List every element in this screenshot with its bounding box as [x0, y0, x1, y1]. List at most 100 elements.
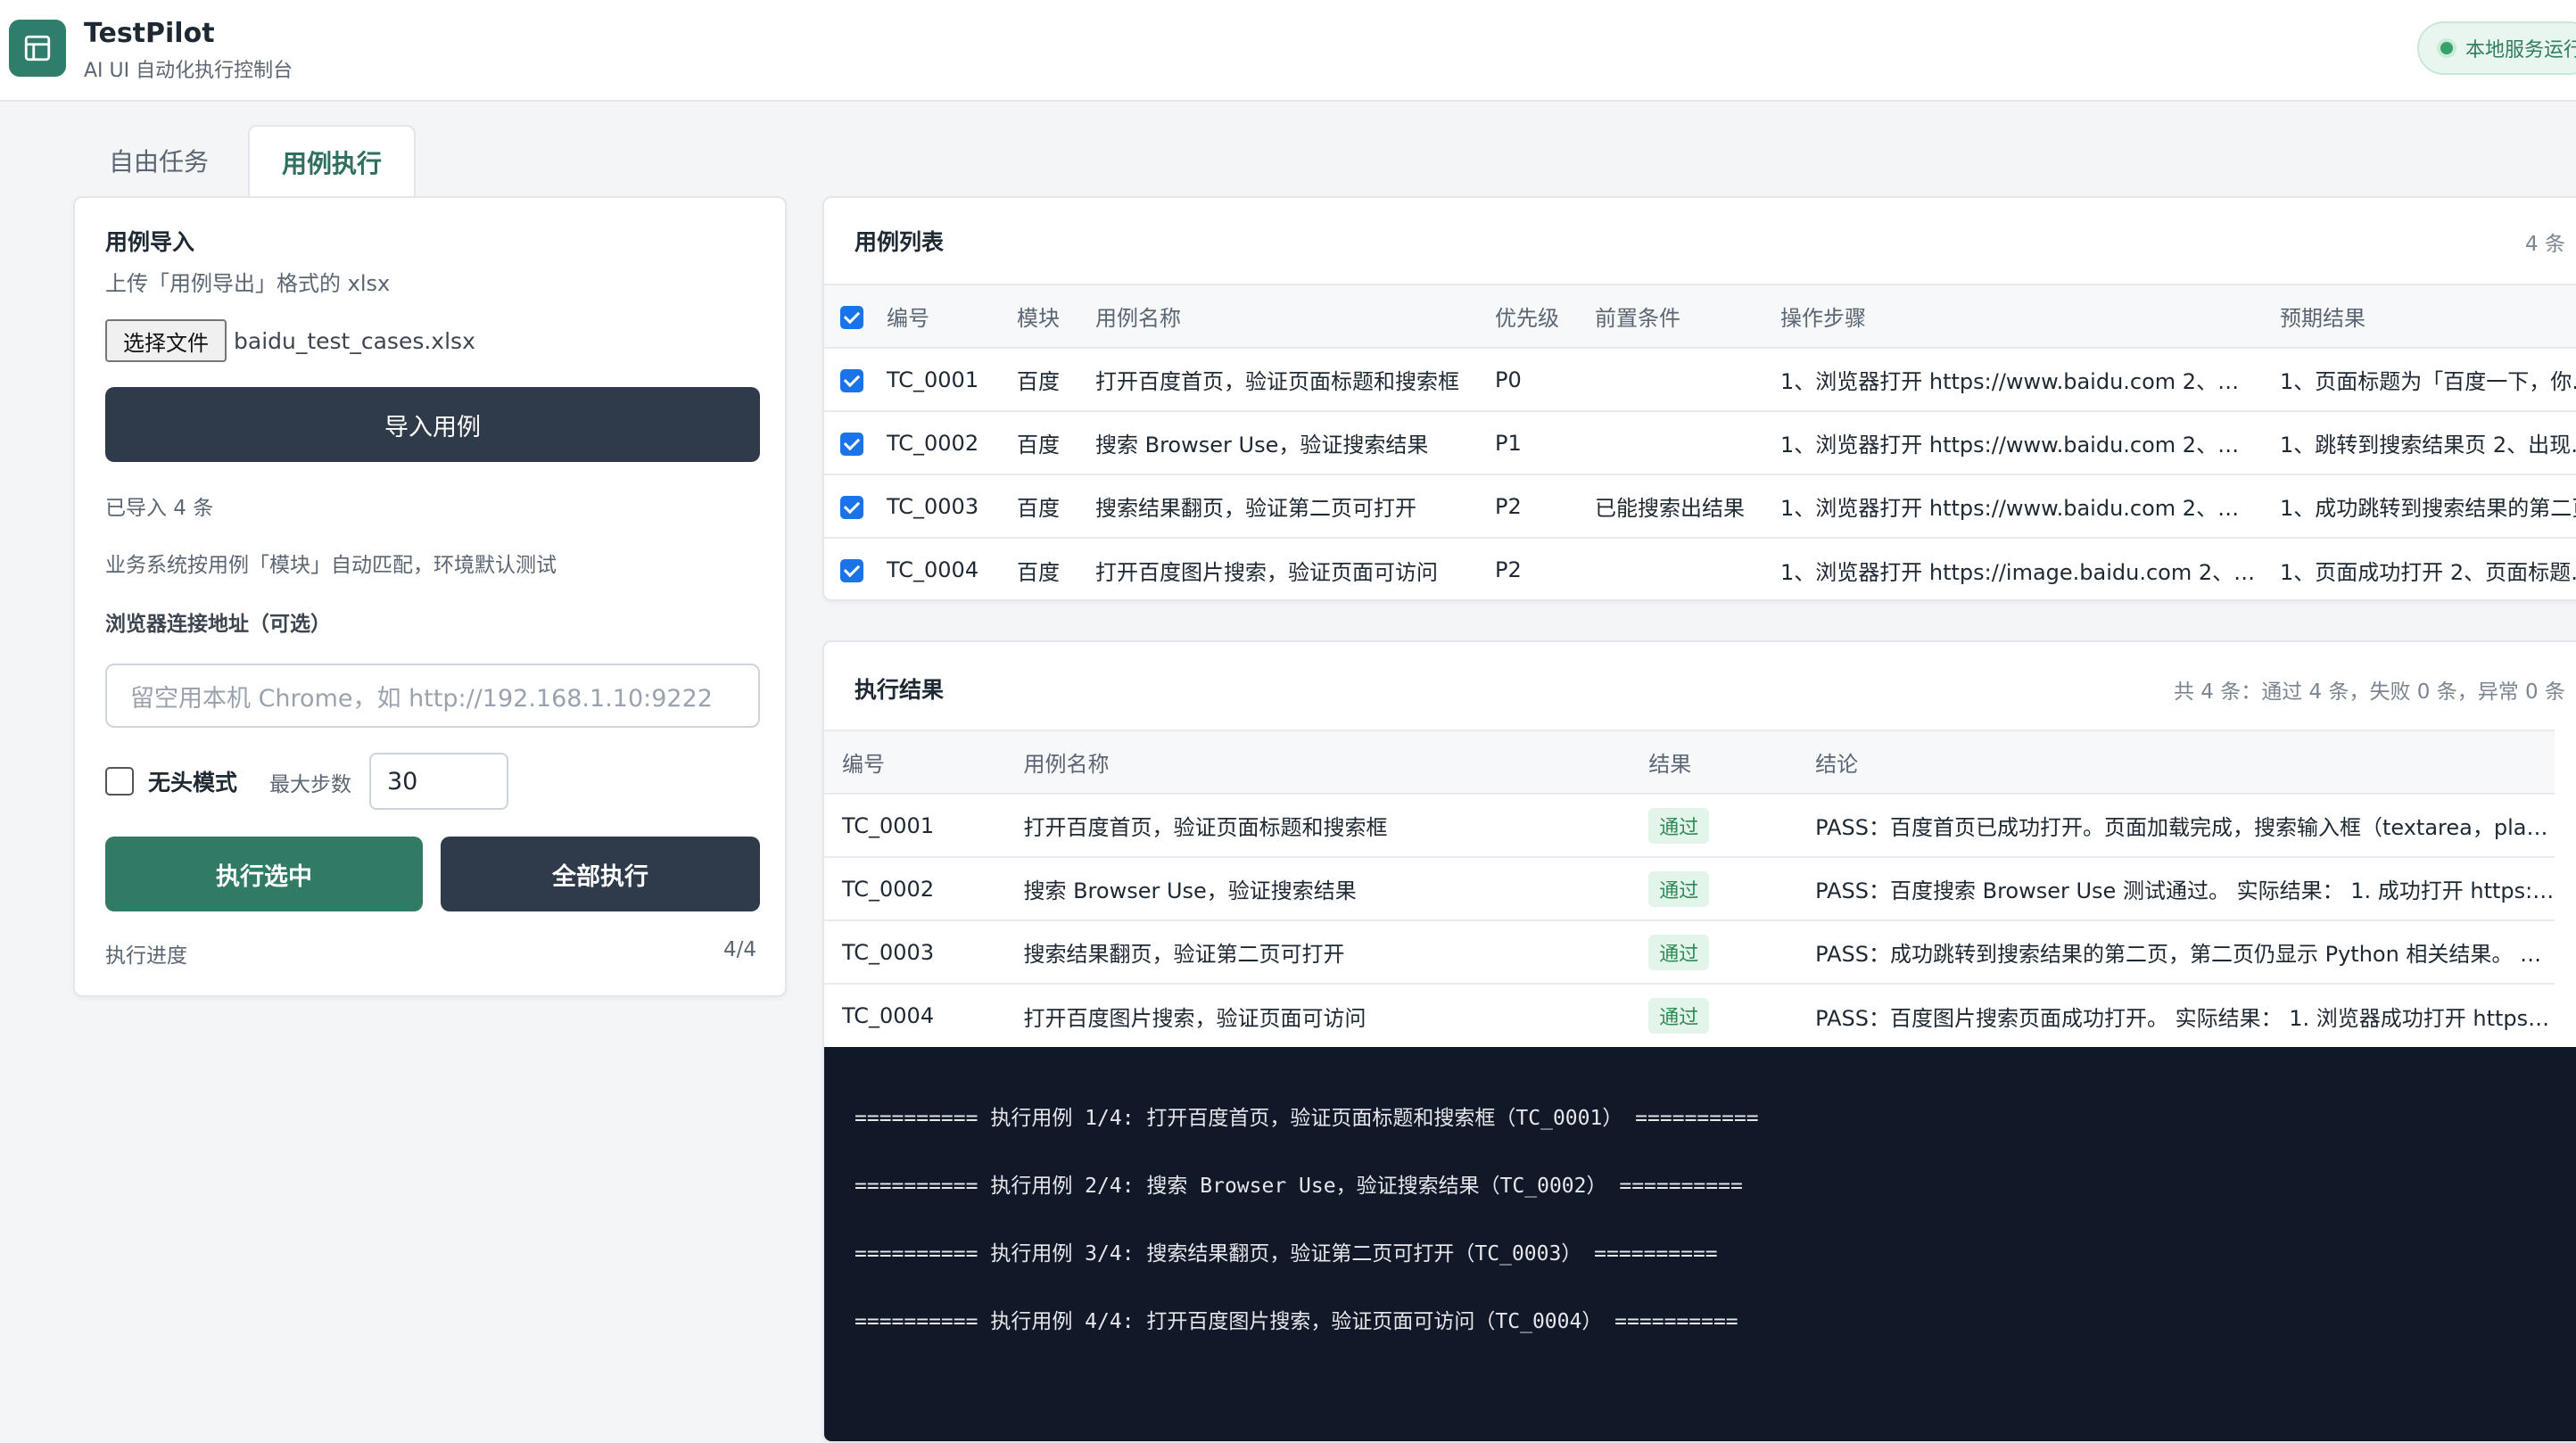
- case-steps: 1、浏览器打开 https://www.baidu.com 2、等待页面加载完成: [1780, 369, 2280, 394]
- table-row[interactable]: TC_0001 百度 打开百度首页，验证页面标题和搜索框 P0 1、浏览器打开 …: [824, 348, 2576, 411]
- results-title: 执行结果: [855, 677, 945, 703]
- case-module: 百度: [1017, 496, 1060, 521]
- import-panel-subtitle: 上传「用例导出」格式的 xlsx: [105, 271, 391, 296]
- browser-url-input[interactable]: 留空用本机 Chrome，如 http://192.168.1.10:9222: [105, 664, 760, 728]
- module-match-hint: 业务系统按用例「模块」自动匹配，环境默认测试: [105, 554, 557, 577]
- case-expected: 1、页面成功打开 2、页面标题正确: [2280, 559, 2576, 585]
- log-line: ========== 执行用例 4/4: 打开百度图片搜索，验证页面可访问（TC…: [855, 1310, 1738, 1333]
- col-header-result: 结果: [1648, 730, 1816, 794]
- case-id: TC_0004: [887, 557, 979, 582]
- case-precondition: [1595, 538, 1780, 599]
- table-row[interactable]: TC_0004 百度 打开百度图片搜索，验证页面可访问 P2 1、浏览器打开 h…: [824, 538, 2576, 599]
- log-line: ========== 执行用例 3/4: 搜索结果翻页，验证第二页可打开（TC_…: [855, 1242, 1718, 1266]
- log-line: ========== 执行用例 1/4: 打开百度首页，验证页面标题和搜索框（T…: [855, 1107, 1759, 1130]
- status-dot-icon: [2440, 42, 2453, 54]
- case-module: 百度: [1017, 559, 1060, 585]
- headless-checkbox[interactable]: [105, 767, 134, 796]
- max-steps-input[interactable]: 30: [369, 753, 508, 810]
- case-priority: P2: [1495, 493, 1522, 519]
- case-id: TC_0003: [887, 493, 979, 519]
- results-table-header: 编号 用例名称 结果 结论: [824, 730, 2555, 794]
- col-header-expected: 预期结果: [2280, 284, 2576, 348]
- case-expected: 1、跳转到搜索结果页 2、出现相关结果: [2280, 433, 2576, 458]
- pass-badge: 通过: [1648, 998, 1710, 1034]
- result-id: TC_0004: [842, 1003, 935, 1028]
- tab-free-task[interactable]: 自由任务: [93, 125, 225, 196]
- col-header-id: 编号: [824, 730, 1024, 794]
- app-header: TestPilot AI UI 自动化执行控制台 本地服务运行中: [0, 0, 2576, 102]
- result-conclusion: PASS：百度搜索 Browser Use 测试通过。 实际结果： 1. 成功打…: [1815, 878, 2555, 903]
- case-list-count: 4 条: [2525, 233, 2565, 256]
- max-steps-label: 最大步数: [269, 773, 351, 796]
- result-id: TC_0002: [842, 876, 935, 902]
- case-list-title: 用例列表: [855, 229, 945, 255]
- case-precondition: [1595, 348, 1780, 411]
- browser-url-label: 浏览器连接地址（可选）: [105, 613, 331, 636]
- table-row[interactable]: TC_0003 百度 搜索结果翻页，验证第二页可打开 P2 已能搜索出结果 1、…: [824, 474, 2576, 538]
- col-header-steps: 操作步骤: [1780, 284, 2280, 348]
- layout-icon: [24, 35, 51, 62]
- case-id: TC_0002: [887, 430, 979, 456]
- case-id: TC_0001: [887, 367, 979, 392]
- case-table: 编号 模块 用例名称 优先级 前置条件 操作步骤 预期结果 TC_0001 百度…: [824, 284, 2576, 599]
- app-subtitle: AI UI 自动化执行控制台: [84, 60, 293, 82]
- col-header-precondition: 前置条件: [1595, 284, 1780, 348]
- result-name: 搜索结果翻页，验证第二页可打开: [1023, 942, 1345, 967]
- service-status-text: 本地服务运行中: [2465, 39, 2576, 62]
- table-row[interactable]: TC_0002 百度 搜索 Browser Use，验证搜索结果 P1 1、浏览…: [824, 411, 2576, 474]
- col-header-priority: 优先级: [1495, 284, 1595, 348]
- headless-label: 无头模式: [148, 770, 238, 796]
- selected-file-name: baidu_test_cases.xlsx: [234, 328, 475, 354]
- tab-case-execution[interactable]: 用例执行: [248, 125, 416, 198]
- case-precondition: 已能搜索出结果: [1595, 496, 1745, 521]
- result-id: TC_0003: [842, 939, 935, 965]
- progress-label: 执行进度: [105, 944, 187, 968]
- app-logo: [9, 20, 66, 77]
- result-name: 搜索 Browser Use，验证搜索结果: [1023, 878, 1357, 903]
- results-table: 编号 用例名称 结果 结论 TC_0001 打开百度首页，验证页面标题和搜索框 …: [824, 730, 2555, 1047]
- case-name: 打开百度首页，验证页面标题和搜索框: [1095, 369, 1459, 394]
- row-checkbox[interactable]: [840, 559, 863, 582]
- case-module: 百度: [1017, 369, 1060, 394]
- case-import-panel: 用例导入 上传「用例导出」格式的 xlsx 选择文件 baidu_test_ca…: [73, 196, 787, 997]
- col-header-name: 用例名称: [1095, 284, 1495, 348]
- col-header-name: 用例名称: [1023, 730, 1649, 794]
- result-conclusion: PASS：百度首页已成功打开。页面加载完成，搜索输入框（textarea，pla…: [1815, 815, 2555, 840]
- table-row: TC_0003 搜索结果翻页，验证第二页可打开 通过 PASS：成功跳转到搜索结…: [824, 920, 2555, 984]
- case-priority: P0: [1495, 367, 1522, 392]
- row-checkbox[interactable]: [840, 368, 863, 392]
- choose-file-button[interactable]: 选择文件: [105, 319, 227, 362]
- case-precondition: [1595, 411, 1780, 474]
- table-row: TC_0001 打开百度首页，验证页面标题和搜索框 通过 PASS：百度首页已成…: [824, 794, 2555, 857]
- table-row: TC_0002 搜索 Browser Use，验证搜索结果 通过 PASS：百度…: [824, 857, 2555, 920]
- select-all-checkbox[interactable]: [840, 305, 863, 329]
- pass-badge: 通过: [1648, 870, 1710, 907]
- app-title: TestPilot: [84, 18, 215, 49]
- row-checkbox[interactable]: [840, 495, 863, 519]
- case-name: 搜索结果翻页，验证第二页可打开: [1095, 496, 1416, 521]
- case-expected: 1、成功跳转到搜索结果的第二页: [2280, 496, 2576, 521]
- case-steps: 1、浏览器打开 https://www.baidu.com 2、搜索关键词: [1780, 496, 2280, 521]
- case-priority: P2: [1495, 557, 1522, 582]
- result-name: 打开百度图片搜索，验证页面可访问: [1023, 1005, 1366, 1031]
- pass-badge: 通过: [1648, 934, 1710, 970]
- service-status-badge: 本地服务运行中: [2417, 21, 2576, 75]
- case-list-panel: 用例列表 4 条 编号 模块 用例名称 优先级 前置条件 操作步骤 预期结果 T…: [822, 196, 2576, 601]
- run-selected-button[interactable]: 执行选中: [105, 837, 423, 911]
- log-line: ========== 执行用例 2/4: 搜索 Browser Use，验证搜索…: [855, 1175, 1743, 1198]
- result-id: TC_0001: [842, 812, 935, 838]
- case-expected: 1、页面标题为「百度一下，你就知道」: [2280, 369, 2576, 394]
- col-header-conclusion: 结论: [1815, 730, 2555, 794]
- import-panel-title: 用例导入: [105, 229, 195, 255]
- result-name: 打开百度首页，验证页面标题和搜索框: [1023, 815, 1388, 840]
- col-header-id: 编号: [887, 284, 1017, 348]
- import-cases-button[interactable]: 导入用例: [105, 387, 760, 462]
- results-summary: 共 4 条：通过 4 条，失败 0 条，异常 0 条: [2173, 680, 2565, 704]
- pass-badge: 通过: [1648, 807, 1710, 844]
- execution-log-console[interactable]: ========== 执行用例 1/4: 打开百度首页，验证页面标题和搜索框（T…: [824, 1047, 2576, 1441]
- col-header-module: 模块: [1017, 284, 1095, 348]
- case-name: 搜索 Browser Use，验证搜索结果: [1095, 433, 1429, 458]
- row-checkbox[interactable]: [840, 432, 863, 456]
- case-steps: 1、浏览器打开 https://image.baidu.com 2、等待加载: [1780, 559, 2280, 585]
- run-all-button[interactable]: 全部执行: [441, 837, 760, 911]
